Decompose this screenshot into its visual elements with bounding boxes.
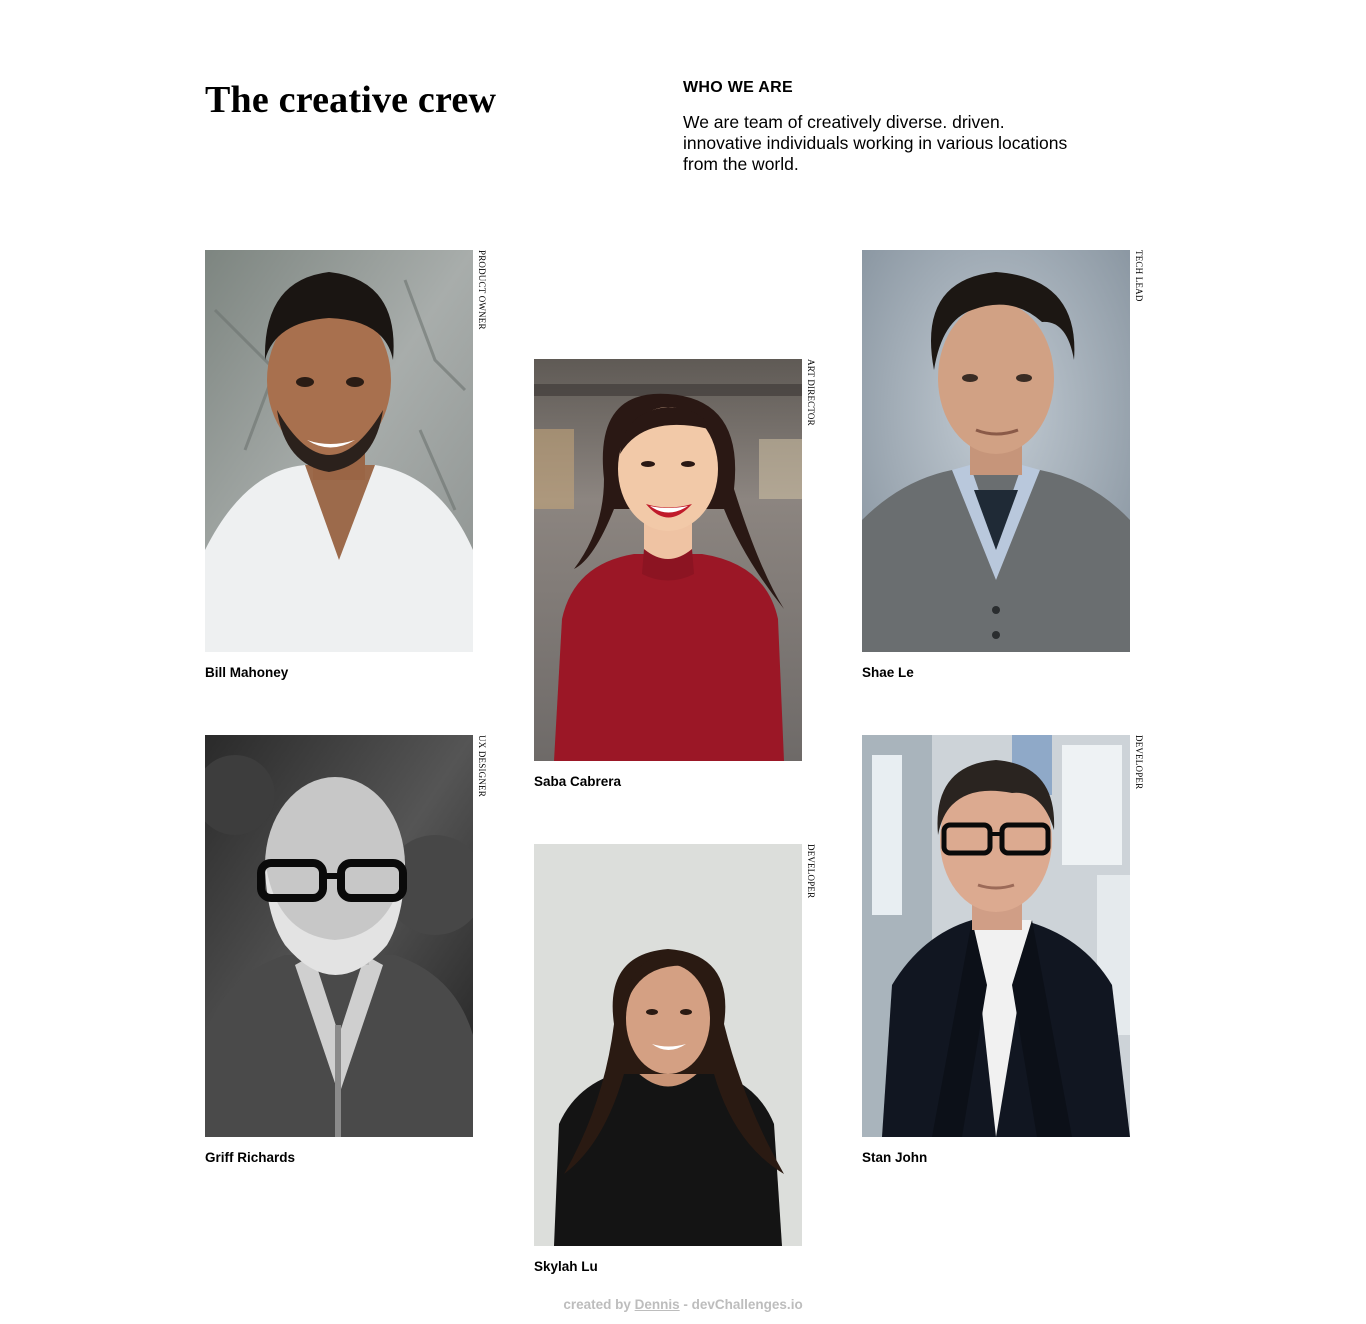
member-name: Griff Richards: [205, 1150, 296, 1165]
member-name: Stan John: [862, 1150, 928, 1165]
member-role: PRODUCT OWNER: [477, 250, 487, 330]
footer-credit: created by Dennis - devChallenges.io: [0, 1296, 1366, 1314]
footer-suffix: - devChallenges.io: [683, 1297, 803, 1312]
portrait-photo: [534, 359, 802, 761]
member-name: Bill Mahoney: [205, 665, 289, 680]
who-we-are-description: We are team of creatively diverse. drive…: [683, 112, 1068, 174]
who-we-are-heading: WHO WE ARE: [683, 79, 793, 96]
footer-prefix: created by: [563, 1297, 631, 1312]
page-title: The creative crew: [205, 79, 497, 121]
who-we-are-section: WHO WE ARE We are team of creatively div…: [683, 78, 1083, 175]
portrait-photo: [205, 250, 473, 652]
member-role: DEVELOPER: [1134, 735, 1144, 790]
member-name: Shae Le: [862, 665, 914, 680]
portrait-photo: [862, 250, 1130, 652]
author-link[interactable]: Dennis: [635, 1297, 680, 1312]
portrait-photo: [205, 735, 473, 1137]
member-role: DEVELOPER: [806, 844, 816, 899]
portrait-photo: [862, 735, 1130, 1137]
member-role: UX DESIGNER: [477, 735, 487, 797]
portrait-photo: [534, 844, 802, 1246]
member-role: TECH LEAD: [1134, 250, 1144, 302]
member-name: Skylah Lu: [534, 1259, 598, 1274]
member-name: Saba Cabrera: [534, 774, 622, 789]
member-role: ART DIRECTOR: [806, 359, 816, 426]
